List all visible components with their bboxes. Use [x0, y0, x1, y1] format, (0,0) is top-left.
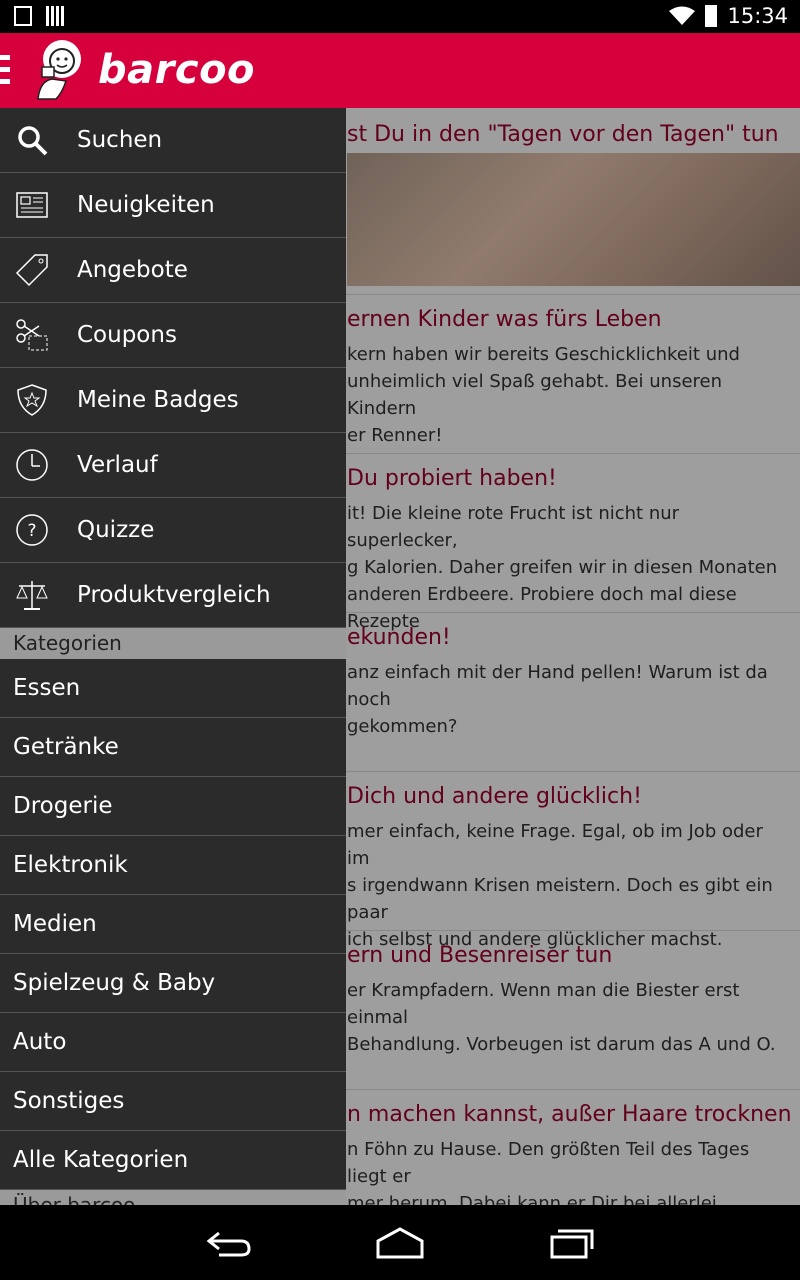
clock-icon [14, 447, 50, 483]
recents-icon[interactable] [548, 1225, 596, 1261]
status-bar: 15:34 [0, 0, 800, 33]
drawer-item-label: Suchen [77, 127, 163, 153]
search-icon [14, 122, 50, 158]
app-bar: barcoo [0, 33, 800, 108]
brand-title: barcoo [98, 47, 256, 93]
drawer-item-meine-badges[interactable]: Meine Badges [0, 368, 346, 433]
category-medien[interactable]: Medien [0, 895, 346, 954]
drawer-item-verlauf[interactable]: Verlauf [0, 433, 346, 498]
drawer-item-label: Verlauf [77, 452, 158, 478]
scissors-coupon-icon [14, 317, 50, 353]
category-spielzeug-baby[interactable]: Spielzeug & Baby [0, 954, 346, 1013]
home-icon[interactable] [374, 1225, 426, 1261]
category-elektronik[interactable]: Elektronik [0, 836, 346, 895]
scale-icon [14, 577, 50, 613]
drawer-item-suchen[interactable]: Suchen [0, 108, 346, 173]
wifi-icon [669, 6, 696, 25]
drawer-item-label: Angebote [77, 257, 188, 283]
drawer-item-label: Quizze [77, 517, 155, 543]
drawer-item-label: Neuigkeiten [77, 192, 215, 218]
barcoo-mascot-logo[interactable] [32, 37, 92, 103]
category-essen[interactable]: Essen [0, 659, 346, 718]
drawer-item-neuigkeiten[interactable]: Neuigkeiten [0, 173, 346, 238]
shield-star-icon [14, 382, 50, 418]
barcode-notification-icon [46, 6, 64, 26]
section-header-categories: Kategorien [0, 628, 346, 659]
battery-icon [705, 5, 718, 27]
menu-icon[interactable] [0, 55, 10, 85]
category-sonstiges[interactable]: Sonstiges [0, 1072, 346, 1131]
drawer-item-quizze[interactable]: ? Quizze [0, 498, 346, 563]
back-icon[interactable] [205, 1225, 253, 1261]
section-header-about: Über barcoo [0, 1190, 346, 1205]
drawer-item-label: Meine Badges [77, 387, 239, 413]
category-drogerie[interactable]: Drogerie [0, 777, 346, 836]
drawer-item-produktvergleich[interactable]: Produktvergleich [0, 563, 346, 628]
navigation-drawer: Suchen Neuigkeiten Angebote Coupons Mein… [0, 108, 346, 1205]
drawer-item-label: Coupons [77, 322, 177, 348]
svg-text:?: ? [27, 521, 36, 541]
system-navigation-bar [0, 1205, 800, 1280]
question-icon: ? [14, 512, 50, 548]
status-clock: 15:34 [727, 4, 788, 28]
category-getraenke[interactable]: Getränke [0, 718, 346, 777]
download-notification-icon [14, 6, 32, 26]
drawer-item-angebote[interactable]: Angebote [0, 238, 346, 303]
category-auto[interactable]: Auto [0, 1013, 346, 1072]
drawer-item-coupons[interactable]: Coupons [0, 303, 346, 368]
newspaper-icon [14, 187, 50, 223]
tag-icon [14, 252, 50, 288]
drawer-item-label: Produktvergleich [77, 582, 271, 608]
category-alle-kategorien[interactable]: Alle Kategorien [0, 1131, 346, 1190]
